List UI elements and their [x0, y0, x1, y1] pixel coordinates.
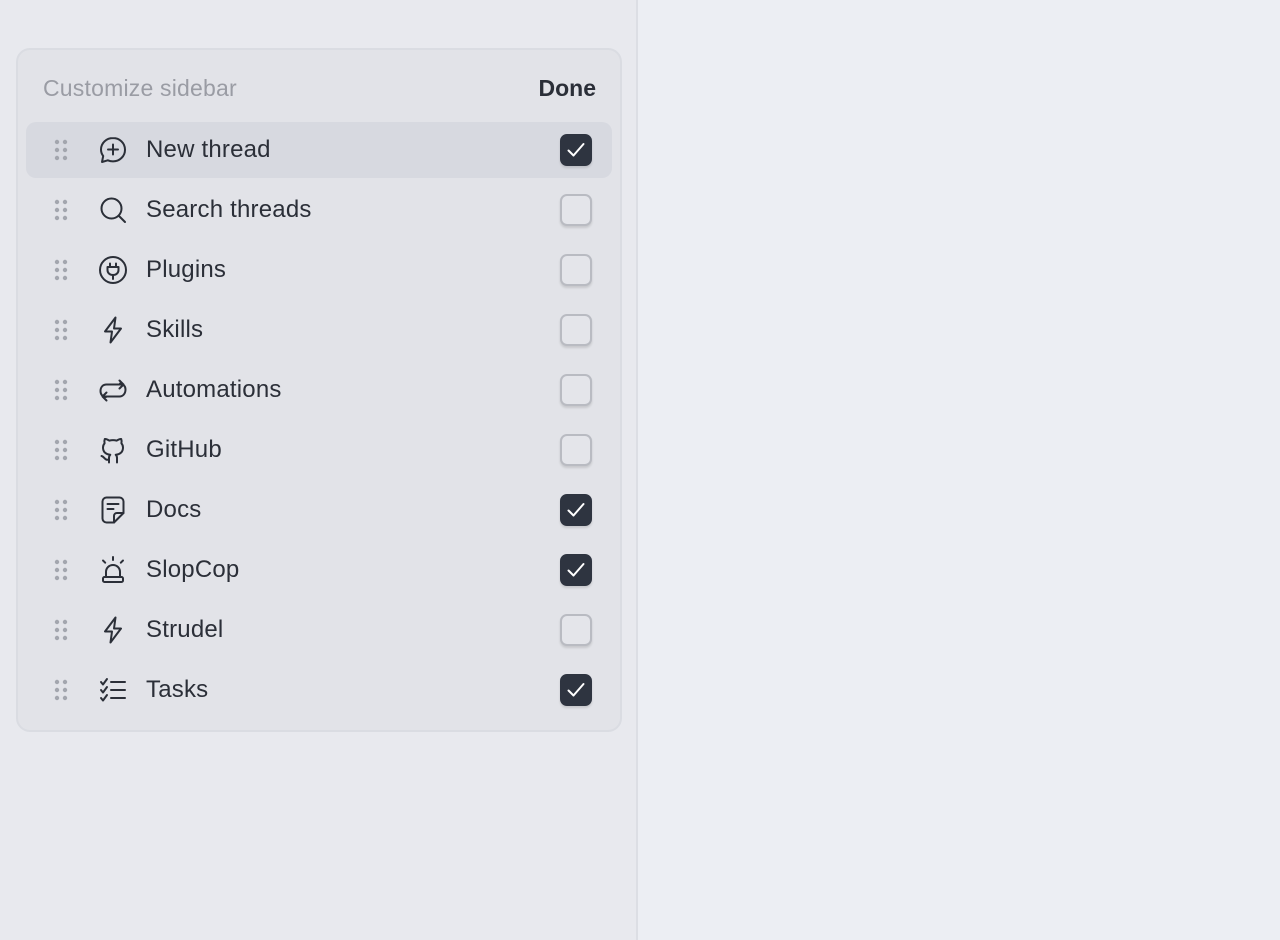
drag-handle-icon[interactable]	[54, 679, 68, 701]
drag-handle-icon[interactable]	[54, 199, 68, 221]
customize-sidebar-panel: Customize sidebar Done New thread Search…	[16, 48, 622, 732]
drag-handle-icon[interactable]	[54, 259, 68, 281]
sidebar-item-plugins[interactable]: Plugins	[26, 242, 612, 298]
sidebar-item-strudel[interactable]: Strudel	[26, 602, 612, 658]
drag-handle-icon[interactable]	[54, 439, 68, 461]
sidebar-item-tasks[interactable]: Tasks	[26, 662, 612, 718]
item-checkbox[interactable]	[560, 374, 592, 406]
item-checkbox[interactable]	[560, 134, 592, 166]
drag-handle-icon[interactable]	[54, 499, 68, 521]
item-label: Strudel	[146, 616, 224, 643]
sidebar-item-search-threads[interactable]: Search threads	[26, 182, 612, 238]
siren-icon	[98, 555, 128, 585]
item-label: Skills	[146, 316, 204, 343]
search-icon	[98, 195, 128, 225]
item-label: Plugins	[146, 256, 227, 283]
check-icon	[567, 143, 585, 157]
lightning-icon	[98, 315, 128, 345]
sidebar: Customize sidebar Done New thread Search…	[0, 0, 638, 940]
item-label: Tasks	[146, 676, 209, 703]
sidebar-item-skills[interactable]: Skills	[26, 302, 612, 358]
new-thread-icon	[98, 135, 128, 165]
sidebar-item-automations[interactable]: Automations	[26, 362, 612, 418]
task-list-icon	[98, 675, 128, 705]
item-checkbox[interactable]	[560, 494, 592, 526]
item-label: Automations	[146, 376, 282, 403]
drag-handle-icon[interactable]	[54, 379, 68, 401]
item-checkbox[interactable]	[560, 674, 592, 706]
plug-icon	[98, 255, 128, 285]
lightning-icon	[98, 615, 128, 645]
done-button[interactable]: Done	[539, 74, 597, 102]
panel-title: Customize sidebar	[43, 75, 237, 101]
panel-header: Customize sidebar Done	[18, 50, 620, 124]
item-label: Search threads	[146, 196, 312, 223]
sidebar-item-github[interactable]: GitHub	[26, 422, 612, 478]
sidebar-item-slopcop[interactable]: SlopCop	[26, 542, 612, 598]
item-checkbox[interactable]	[560, 314, 592, 346]
sidebar-item-docs[interactable]: Docs	[26, 482, 612, 538]
item-checkbox[interactable]	[560, 254, 592, 286]
sidebar-item-new-thread[interactable]: New thread	[26, 122, 612, 178]
item-checkbox[interactable]	[560, 554, 592, 586]
sidebar-item-list: New thread Search threads Plugins Skills…	[26, 122, 612, 722]
drag-handle-icon[interactable]	[54, 559, 68, 581]
check-icon	[567, 683, 585, 697]
main-area	[640, 0, 1280, 940]
check-icon	[567, 503, 585, 517]
repeat-icon	[98, 375, 128, 405]
drag-handle-icon[interactable]	[54, 319, 68, 341]
drag-handle-icon[interactable]	[54, 619, 68, 641]
document-icon	[98, 495, 128, 525]
item-label: SlopCop	[146, 556, 240, 583]
item-checkbox[interactable]	[560, 434, 592, 466]
item-label: GitHub	[146, 436, 222, 463]
item-checkbox[interactable]	[560, 194, 592, 226]
github-icon	[98, 435, 128, 465]
drag-handle-icon[interactable]	[54, 139, 68, 161]
check-icon	[567, 563, 585, 577]
item-label: Docs	[146, 496, 202, 523]
item-checkbox[interactable]	[560, 614, 592, 646]
item-label: New thread	[146, 136, 271, 163]
